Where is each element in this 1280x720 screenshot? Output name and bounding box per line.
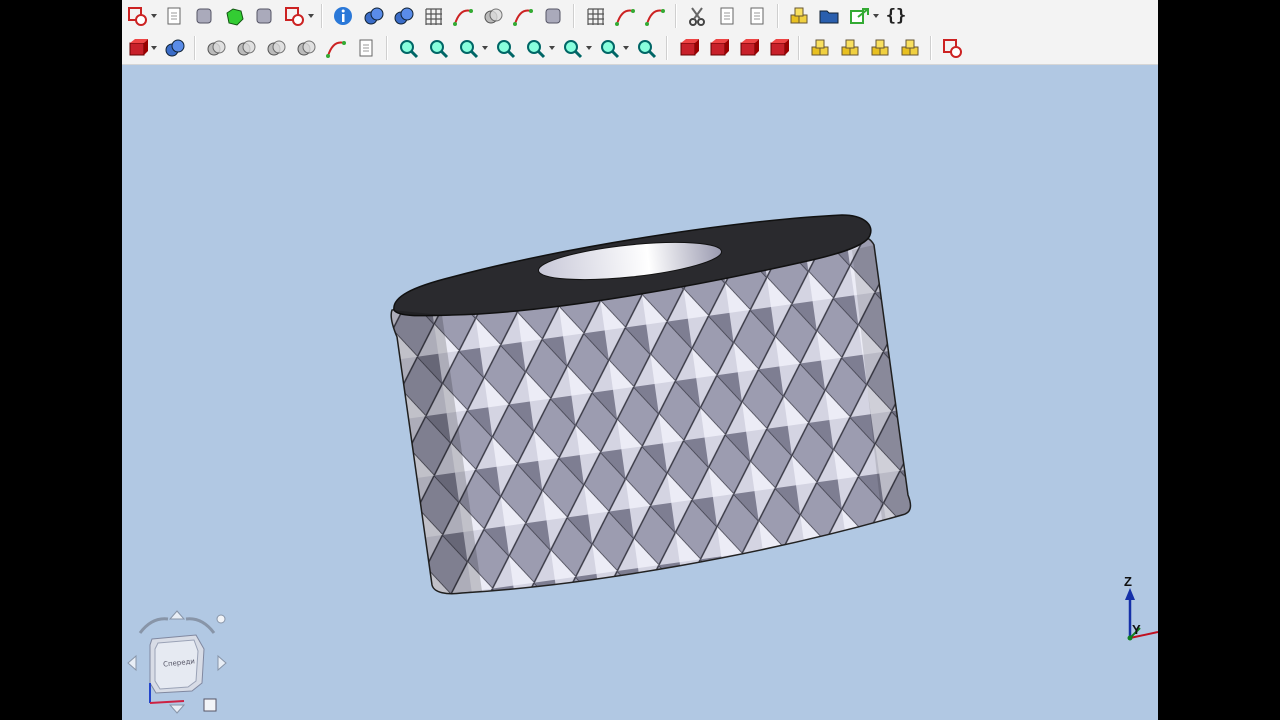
- toolbar-separator: [777, 4, 779, 28]
- fillet-icon[interactable]: [293, 35, 319, 61]
- revolve-icon[interactable]: [705, 35, 731, 61]
- cut-shapes-icon[interactable]: [263, 35, 289, 61]
- view-direction-icon[interactable]: [492, 35, 518, 61]
- measure-icon[interactable]: [360, 3, 386, 29]
- cad-application-window: {} Спереди Z Y: [122, 0, 1158, 720]
- grid-icon[interactable]: [420, 3, 446, 29]
- mirror-icon[interactable]: [323, 35, 349, 61]
- compound-icon[interactable]: [867, 35, 893, 61]
- toolbar-separator: [798, 36, 800, 60]
- axis-indicator: Z Y: [1092, 570, 1158, 660]
- nav-menu-dot: [216, 614, 226, 624]
- attach-icon[interactable]: [510, 3, 536, 29]
- extrude-icon[interactable]: [675, 35, 701, 61]
- nav-arrow-right: [217, 654, 227, 672]
- nav-arrow-down: [168, 704, 186, 714]
- dropdown-arrow-icon[interactable]: [481, 35, 488, 61]
- nav-rotate-right: [185, 617, 216, 634]
- export-icon[interactable]: [846, 3, 872, 29]
- bspline-curve-icon[interactable]: [450, 3, 476, 29]
- toolbar-separator: [930, 36, 932, 60]
- nav-home-cube-icon: [203, 698, 217, 712]
- folder-icon[interactable]: [816, 3, 842, 29]
- head-profile-icon[interactable]: [251, 3, 277, 29]
- chain-icon[interactable]: [837, 35, 863, 61]
- sweep-icon[interactable]: [765, 35, 791, 61]
- dropdown-arrow-icon[interactable]: [585, 35, 592, 61]
- part-design-icon[interactable]: [786, 3, 812, 29]
- paste-icon[interactable]: [744, 3, 770, 29]
- measure-tool-icon[interactable]: [633, 35, 659, 61]
- cut-icon[interactable]: [684, 3, 710, 29]
- chess-pawn-icon[interactable]: [191, 3, 217, 29]
- check-icon[interactable]: [353, 35, 379, 61]
- intersection-icon[interactable]: [233, 35, 259, 61]
- zoom-selection-icon[interactable]: [425, 35, 451, 61]
- dropdown-arrow-icon[interactable]: [307, 3, 314, 29]
- dropdown-arrow-icon[interactable]: [622, 35, 629, 61]
- dropdown-arrow-icon[interactable]: [872, 3, 879, 29]
- refine-icon[interactable]: [939, 35, 965, 61]
- yellow-blocks-icon[interactable]: [897, 35, 923, 61]
- check-geometry-icon[interactable]: [161, 3, 187, 29]
- toolbar-separator: [573, 4, 575, 28]
- bounding-box-icon[interactable]: [559, 35, 585, 61]
- toolbar-separator: [386, 36, 388, 60]
- model-render[interactable]: [122, 65, 1158, 720]
- draw-style-icon[interactable]: [522, 35, 548, 61]
- stack-arrow-icon[interactable]: [582, 3, 608, 29]
- main-toolbar: {}: [122, 0, 1158, 32]
- union-icon[interactable]: [203, 35, 229, 61]
- dropdown-arrow-icon[interactable]: [548, 35, 555, 61]
- spheres-icon[interactable]: [390, 3, 416, 29]
- dropdown-arrow-icon[interactable]: [150, 3, 157, 29]
- nav-arrow-up: [168, 610, 186, 620]
- boolean-icon[interactable]: [161, 35, 187, 61]
- dropdown-arrow-icon[interactable]: [150, 35, 157, 61]
- diamond-sketch-icon[interactable]: [281, 3, 307, 29]
- new-part-icon[interactable]: [124, 3, 150, 29]
- nav-arrow-left: [127, 654, 137, 672]
- surface-icon[interactable]: [642, 3, 668, 29]
- toolbar-separator: [666, 36, 668, 60]
- navigation-cube[interactable]: Спереди: [122, 605, 242, 720]
- fire-sphere-icon[interactable]: [540, 3, 566, 29]
- circles-icon[interactable]: [480, 3, 506, 29]
- array-icon[interactable]: [807, 35, 833, 61]
- macro-braces-icon[interactable]: {}: [883, 3, 909, 29]
- info-icon[interactable]: [330, 3, 356, 29]
- nav-rotate-left: [138, 617, 169, 634]
- axis-z-label: Z: [1124, 574, 1132, 589]
- red-cube-icon[interactable]: [124, 35, 150, 61]
- toolbar-separator: [321, 4, 323, 28]
- isometric-view-icon[interactable]: [455, 35, 481, 61]
- loft-icon[interactable]: [735, 35, 761, 61]
- toolbar-separator: [675, 4, 677, 28]
- axis-y-label: Y: [1132, 622, 1141, 637]
- macro-braces-text: {}: [885, 6, 907, 26]
- zoom-icon[interactable]: [596, 35, 622, 61]
- part-toolbar: [122, 32, 1158, 65]
- toolbar-separator: [194, 36, 196, 60]
- copy-icon[interactable]: [714, 3, 740, 29]
- green-puzzle-icon[interactable]: [221, 3, 247, 29]
- zoom-all-icon[interactable]: [395, 35, 421, 61]
- 3d-viewport[interactable]: Спереди Z Y: [122, 65, 1158, 720]
- curve-points-icon[interactable]: [612, 3, 638, 29]
